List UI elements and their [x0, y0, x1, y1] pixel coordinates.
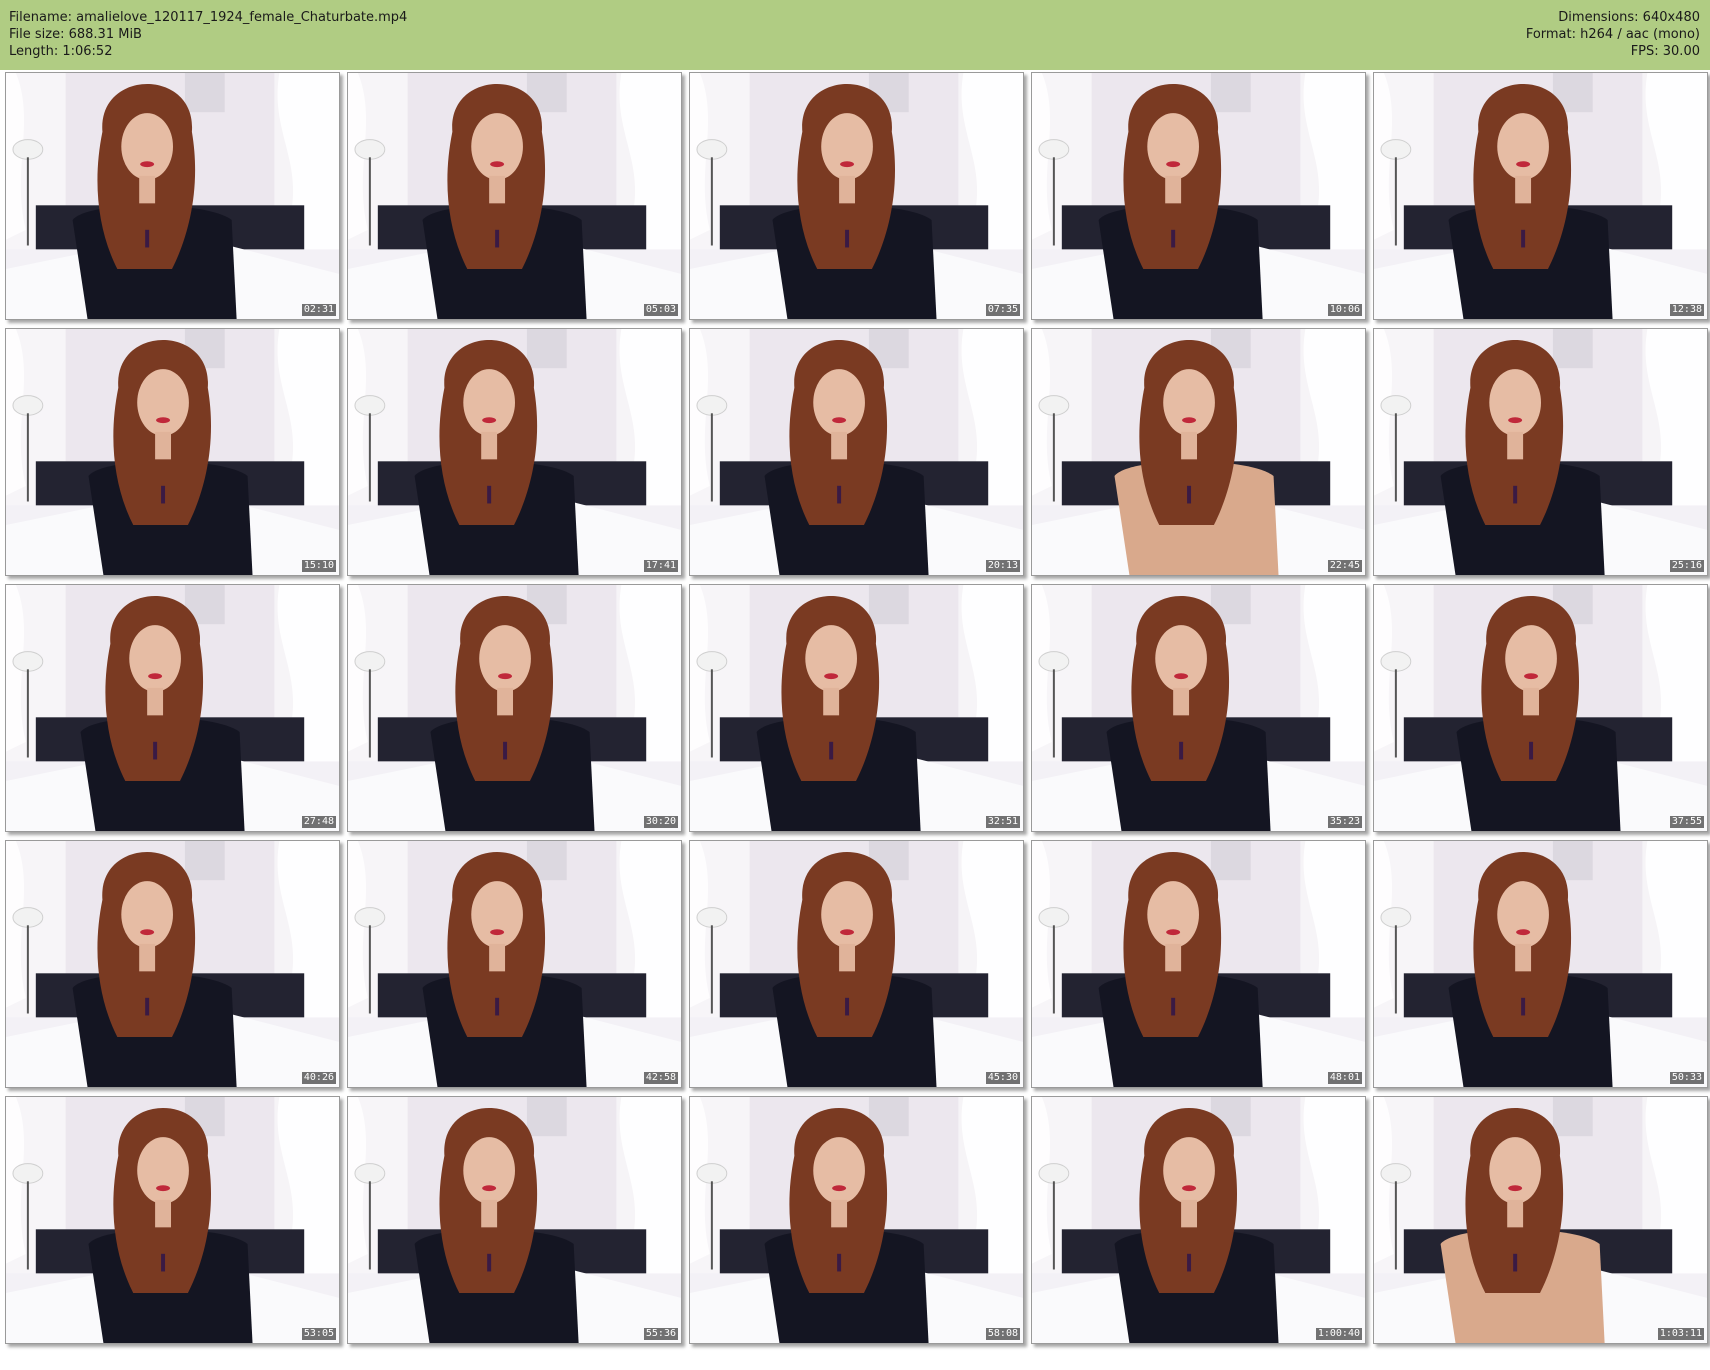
thumbnail: 58:08 [689, 1096, 1024, 1344]
file-info-left: Filename: amalielove_120117_1924_female_… [9, 9, 407, 60]
info-header: Filename: amalielove_120117_1924_female_… [0, 0, 1710, 70]
thumbnail-timestamp: 48:01 [1327, 1072, 1362, 1084]
thumbnail-timestamp: 20:13 [985, 560, 1020, 572]
thumbnail-timestamp: 42:58 [643, 1072, 678, 1084]
thumbnail: 02:31 [5, 72, 340, 320]
format-text: Format: h264 / aac (mono) [1525, 27, 1700, 42]
thumbnail-timestamp: 25:16 [1669, 560, 1704, 572]
thumbnail: 07:35 [689, 72, 1024, 320]
thumbnail-timestamp: 1:00:40 [1315, 1328, 1362, 1340]
thumbnail: 50:33 [1373, 840, 1708, 1088]
thumbnail: 1:00:40 [1031, 1096, 1366, 1344]
thumbnail: 15:10 [5, 328, 340, 576]
thumbnail: 05:03 [347, 72, 682, 320]
thumbnail-timestamp: 53:05 [301, 1328, 336, 1340]
thumbnail: 37:55 [1373, 584, 1708, 832]
thumbnail: 40:26 [5, 840, 340, 1088]
thumbnail-timestamp: 40:26 [301, 1072, 336, 1084]
thumbnail-timestamp: 58:08 [985, 1328, 1020, 1340]
length-text: Length: 1:06:52 [9, 44, 113, 59]
filename-text: Filename: amalielove_120117_1924_female_… [9, 10, 408, 25]
thumbnail-timestamp: 12:38 [1669, 304, 1704, 316]
thumbnail-timestamp: 10:06 [1327, 304, 1362, 316]
thumbnail: 42:58 [347, 840, 682, 1088]
thumbnail-timestamp: 1:03:11 [1657, 1328, 1704, 1340]
thumbnail: 32:51 [689, 584, 1024, 832]
thumbnail: 45:30 [689, 840, 1024, 1088]
filesize-text: File size: 688.31 MiB [9, 27, 142, 42]
dimensions-text: Dimensions: 640x480 [1558, 10, 1700, 25]
fps-text: FPS: 30.00 [1630, 44, 1700, 59]
thumbnail-timestamp: 55:36 [643, 1328, 678, 1340]
thumbnail-timestamp: 30:20 [643, 816, 678, 828]
thumbnail: 17:41 [347, 328, 682, 576]
thumbnail: 12:38 [1373, 72, 1708, 320]
thumbnail: 22:45 [1031, 328, 1366, 576]
thumbnail: 53:05 [5, 1096, 340, 1344]
thumbnail: 35:23 [1031, 584, 1366, 832]
thumbnail-timestamp: 22:45 [1327, 560, 1362, 572]
thumbnail-timestamp: 50:33 [1669, 1072, 1704, 1084]
thumbnail-timestamp: 32:51 [985, 816, 1020, 828]
thumbnail: 27:48 [5, 584, 340, 832]
thumbnail: 20:13 [689, 328, 1024, 576]
thumbnail-timestamp: 17:41 [643, 560, 678, 572]
thumbnail: 25:16 [1373, 328, 1708, 576]
thumbnail-timestamp: 02:31 [301, 304, 336, 316]
thumbnail-timestamp: 05:03 [643, 304, 678, 316]
thumbnail: 1:03:11 [1373, 1096, 1708, 1344]
thumbnail: 55:36 [347, 1096, 682, 1344]
thumbnail: 30:20 [347, 584, 682, 832]
thumbnail-timestamp: 35:23 [1327, 816, 1362, 828]
thumbnail-timestamp: 27:48 [301, 816, 336, 828]
thumbnail-grid: 02:31 05:03 07:35 10:06 12:38 15:10 17:41 20:13… [0, 70, 1710, 1370]
file-info-right: Dimensions: 640x480 Format: h264 / aac (… [1526, 9, 1700, 60]
thumbnail-timestamp: 37:55 [1669, 816, 1704, 828]
thumbnail: 48:01 [1031, 840, 1366, 1088]
thumbnail-timestamp: 45:30 [985, 1072, 1020, 1084]
thumbnail-timestamp: 15:10 [301, 560, 336, 572]
thumbnail: 10:06 [1031, 72, 1366, 320]
thumbnail-timestamp: 07:35 [985, 304, 1020, 316]
